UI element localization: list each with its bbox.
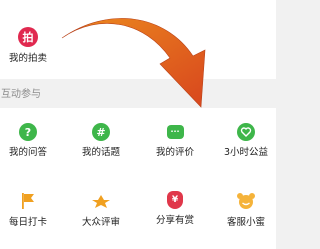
section-title: 互动参与	[0, 87, 41, 103]
top-card: 拍 我的拍卖	[0, 0, 276, 79]
share-reward-label: 分享有赏	[155, 215, 194, 226]
charity-3h-label: 3小时公益	[223, 147, 269, 158]
comment-icon: ···	[166, 125, 184, 139]
support-honey-icon	[236, 191, 256, 211]
public-review-label: 大众评审	[81, 217, 120, 228]
question-icon: ?	[19, 123, 37, 141]
my-qa-label: 我的问答	[8, 147, 47, 158]
customer-service-item[interactable]: 客服小蜜	[214, 191, 278, 235]
public-review-item[interactable]: 大众评审	[69, 191, 133, 235]
daily-checkin-label: 每日打卡	[8, 217, 47, 228]
my-qa-item[interactable]: ? 我的问答	[0, 123, 56, 167]
share-reward-item[interactable]: ¥ 分享有赏	[143, 191, 207, 235]
charity-3h-item[interactable]: 3小时公益	[214, 123, 278, 167]
heart-icon	[237, 123, 255, 141]
flag-glyph	[22, 193, 34, 209]
glasses-glyph	[92, 195, 110, 208]
auction-icon: 拍	[18, 27, 38, 47]
my-topics-label: 我的话题	[81, 147, 120, 158]
heart-glyph	[240, 127, 252, 137]
hashtag-icon: #	[92, 123, 110, 141]
my-auction-item[interactable]: 拍 我的拍卖	[0, 27, 56, 71]
my-auction-label: 我的拍卖	[8, 53, 47, 64]
my-topics-item[interactable]: # 我的话题	[69, 123, 133, 167]
my-reviews-label: 我的评价	[155, 147, 194, 158]
daily-checkin-item[interactable]: 每日打卡	[0, 191, 56, 235]
my-reviews-item[interactable]: ··· 我的评价	[143, 123, 207, 167]
flag-icon	[18, 191, 38, 211]
honey-glyph	[237, 193, 255, 209]
interaction-card: ? 我的问答 # 我的话题 ··· 我的评价 3小时公益 每日打卡 大众评审 ¥…	[0, 108, 276, 249]
money-bag-icon: ¥	[167, 191, 183, 209]
glasses-icon	[91, 191, 111, 211]
customer-service-label: 客服小蜜	[226, 217, 265, 228]
